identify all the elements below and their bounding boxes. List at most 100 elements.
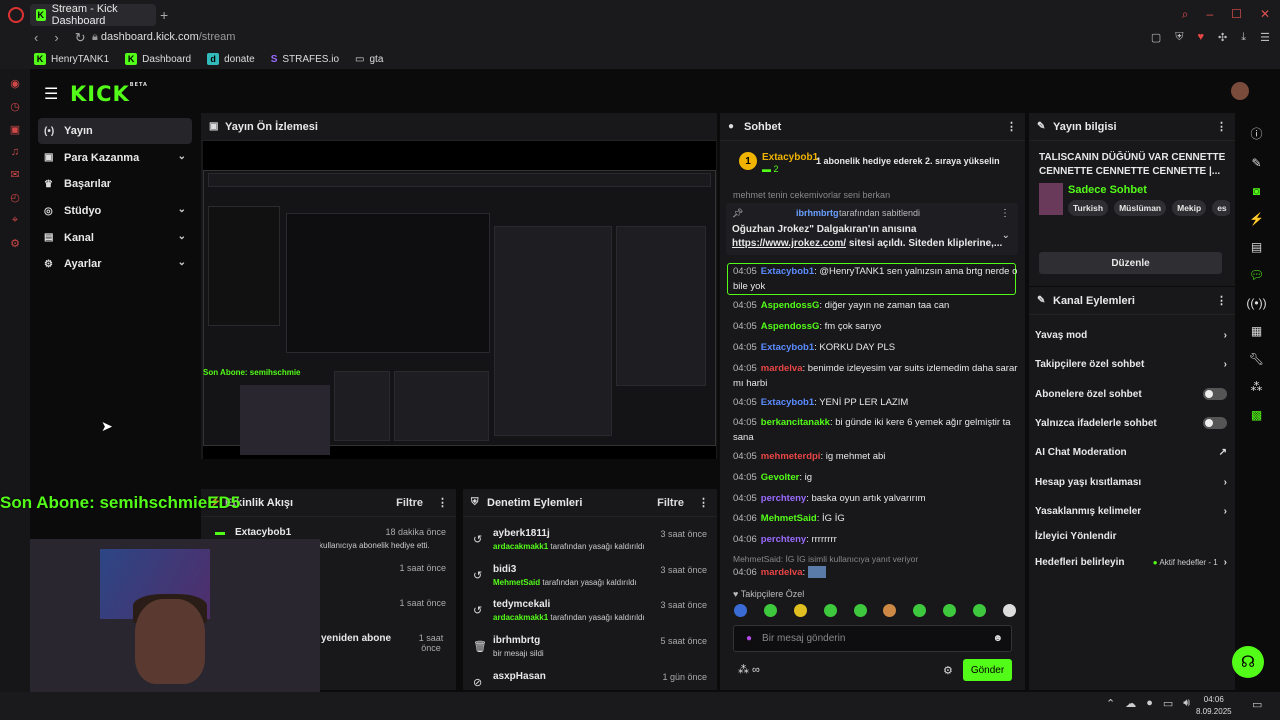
action-raid[interactable]: İzleyici Yönlendir bbox=[1035, 526, 1227, 546]
chat-user[interactable]: mardelva bbox=[761, 363, 803, 374]
wallet-icon[interactable]: ▣ bbox=[10, 123, 20, 136]
mod-by[interactable]: ardacakmakk1 bbox=[493, 542, 548, 551]
extensions-icon[interactable]: ✣ bbox=[1218, 31, 1227, 44]
chat-user[interactable]: Extacybob1 bbox=[761, 342, 814, 353]
chat-user[interactable]: AspendossG bbox=[761, 300, 820, 311]
tag[interactable]: Müslüman bbox=[1114, 200, 1167, 216]
camera-icon[interactable]: ◙ bbox=[1253, 184, 1260, 198]
emote-icon[interactable] bbox=[1002, 604, 1016, 617]
network-icon[interactable]: ▭ bbox=[1163, 697, 1173, 710]
more-icon[interactable]: ⋮ bbox=[698, 496, 709, 509]
emoji-icon[interactable]: ☻ bbox=[992, 633, 1003, 644]
clapper-icon[interactable]: ▩ bbox=[1251, 408, 1262, 422]
sidebar-item-basarilar[interactable]: ♛ Başarılar bbox=[38, 171, 192, 197]
subscribers-only-toggle[interactable] bbox=[1203, 388, 1227, 400]
bolt-icon[interactable]: ⚡ bbox=[1249, 212, 1264, 226]
taskbar-clock[interactable]: 04:06 8.09.2025 bbox=[1196, 694, 1232, 718]
edit-icon[interactable]: ✎ bbox=[1251, 156, 1261, 170]
chat-user[interactable]: perchteny bbox=[761, 534, 806, 545]
avatar[interactable] bbox=[1231, 82, 1249, 100]
mod-user[interactable]: ayberk1811j bbox=[493, 528, 550, 539]
emote-icon[interactable] bbox=[883, 604, 897, 617]
action-account-age[interactable]: Hesap yaşı kısıtlaması › bbox=[1035, 472, 1227, 492]
pinned-message[interactable]: 📌︎ ibrhmbrtg tarafından sabitlendi ⋮ Oğu… bbox=[726, 203, 1018, 255]
maximize-icon[interactable]: ☐ bbox=[1231, 7, 1242, 22]
music-icon[interactable]: ♫ bbox=[11, 146, 19, 158]
new-tab-icon[interactable]: + bbox=[160, 7, 168, 23]
more-icon[interactable]: ⋮ bbox=[1216, 120, 1227, 133]
volume-icon[interactable]: 🔊︎ bbox=[1183, 697, 1190, 710]
menu-icon[interactable]: ☰ bbox=[1260, 31, 1270, 44]
emote-icon[interactable] bbox=[943, 604, 957, 617]
action-banned-words[interactable]: Yasaklanmış kelimeler › bbox=[1035, 501, 1227, 521]
emote-icon[interactable] bbox=[823, 604, 837, 617]
cloud-icon[interactable]: ☁ bbox=[1125, 697, 1136, 710]
tag[interactable]: Turkish bbox=[1068, 200, 1109, 216]
action-subscribers-only[interactable]: Abonelere özel sohbet bbox=[1035, 384, 1227, 404]
mod-user[interactable]: ibrhmbrtg bbox=[493, 635, 540, 646]
chevron-down-icon[interactable]: ⌄ bbox=[1002, 230, 1010, 241]
history-icon[interactable]: ◷ bbox=[10, 100, 20, 113]
filter-button[interactable]: Filtre bbox=[657, 497, 684, 509]
category-name[interactable]: Sadece Sohbet bbox=[1068, 184, 1147, 196]
emote-icon[interactable] bbox=[793, 604, 807, 617]
emote-icon[interactable] bbox=[734, 604, 747, 617]
kick-logo[interactable]: KICKBETA bbox=[70, 82, 148, 106]
sidebar-item-kanal[interactable]: ▤ Kanal ⌄ bbox=[38, 225, 192, 251]
chat-user[interactable]: AspendossG bbox=[761, 321, 820, 332]
sidebar-item-studyo[interactable]: ◎ Stüdyo ⌄ bbox=[38, 198, 192, 224]
points-icon[interactable]: ⁂ ∞ bbox=[738, 663, 760, 676]
mail-icon[interactable]: ✉ bbox=[10, 168, 19, 181]
more-icon[interactable]: ⋮ bbox=[1216, 294, 1227, 307]
points-icon[interactable]: ⁂ bbox=[1251, 380, 1263, 394]
chat-user[interactable]: mardelva bbox=[761, 567, 803, 578]
forward-icon[interactable]: › bbox=[54, 30, 58, 46]
chat-user[interactable]: Extacybob1 bbox=[761, 397, 814, 408]
pin-icon[interactable]: ⌖ bbox=[12, 214, 18, 227]
pinned-link[interactable]: https://www.jrokez.com/ bbox=[732, 238, 846, 249]
mod-user[interactable]: asxpHasan bbox=[493, 671, 546, 682]
chat-bubble-icon[interactable]: 💬︎ bbox=[1249, 268, 1264, 282]
emote-icon[interactable] bbox=[973, 604, 986, 617]
mod-user[interactable]: tedymcekali bbox=[493, 599, 550, 610]
chat-user[interactable]: berkancitanakk bbox=[761, 417, 830, 428]
sidebar-item-para-kazanma[interactable]: ▣ Para Kazanma ⌄ bbox=[38, 145, 192, 171]
close-icon[interactable]: ✕ bbox=[1260, 7, 1270, 22]
emote-icon[interactable] bbox=[913, 604, 927, 617]
snapshot-icon[interactable]: ▢ bbox=[1151, 31, 1161, 44]
clock-icon[interactable]: ◴ bbox=[10, 191, 20, 204]
bookmark-henrytank1[interactable]: K HenryTANK1 bbox=[34, 53, 109, 65]
emote-icon[interactable] bbox=[853, 604, 867, 617]
bookmark-donate[interactable]: d donate bbox=[207, 53, 255, 65]
mic-icon[interactable]: ● bbox=[746, 633, 752, 644]
download-icon[interactable]: ⤓ bbox=[1241, 31, 1246, 44]
filter-button[interactable]: Filtre bbox=[396, 497, 423, 509]
layout-icon[interactable]: ▦ bbox=[1251, 324, 1262, 338]
help-button[interactable]: ☊ bbox=[1232, 646, 1264, 678]
mod-by[interactable]: ardacakmakk1 bbox=[493, 613, 548, 622]
messenger-icon[interactable]: ◉ bbox=[10, 77, 20, 90]
chat-settings-icon[interactable]: ⚙ bbox=[943, 664, 953, 677]
edit-button[interactable]: Düzenle bbox=[1039, 252, 1222, 274]
browser-tab[interactable]: K Stream - Kick Dashboard bbox=[30, 3, 156, 27]
mic-icon[interactable]: ● bbox=[1146, 697, 1153, 710]
chat-user[interactable]: perchteny bbox=[761, 493, 806, 504]
url-field[interactable]: 🔒︎ dashboard.kick.com/stream bbox=[92, 31, 235, 44]
tag[interactable]: Mekip bbox=[1172, 200, 1207, 216]
shield-icon[interactable]: ⛨ bbox=[1175, 31, 1183, 44]
hamburger-icon[interactable]: ☰ bbox=[44, 84, 58, 104]
settings-icon[interactable]: ⚙ bbox=[10, 237, 20, 250]
info-icon[interactable]: ⓘ bbox=[1250, 125, 1262, 142]
chat-user[interactable]: Gevolter bbox=[761, 472, 800, 483]
action-emote-only[interactable]: Yalnızca ifadelerle sohbet bbox=[1035, 413, 1227, 433]
clipboard-icon[interactable]: ▤ bbox=[1251, 240, 1262, 254]
reload-icon[interactable]: ↻ bbox=[75, 30, 86, 46]
mod-by[interactable]: MehmetSaid bbox=[493, 578, 540, 587]
tag[interactable]: es bbox=[1212, 200, 1230, 216]
action-ai-moderation[interactable]: AI Chat Moderation ↗ bbox=[1035, 442, 1227, 462]
chat-user[interactable]: Extacybob1 bbox=[761, 266, 814, 277]
chat-user[interactable]: mehmeterdpi bbox=[761, 451, 821, 462]
action-slow-mode[interactable]: Yavaş mod › bbox=[1035, 325, 1227, 345]
bookmark-gta[interactable]: ▭ gta bbox=[355, 54, 383, 65]
bookmark-strafes[interactable]: S STRAFES.io bbox=[271, 54, 339, 65]
